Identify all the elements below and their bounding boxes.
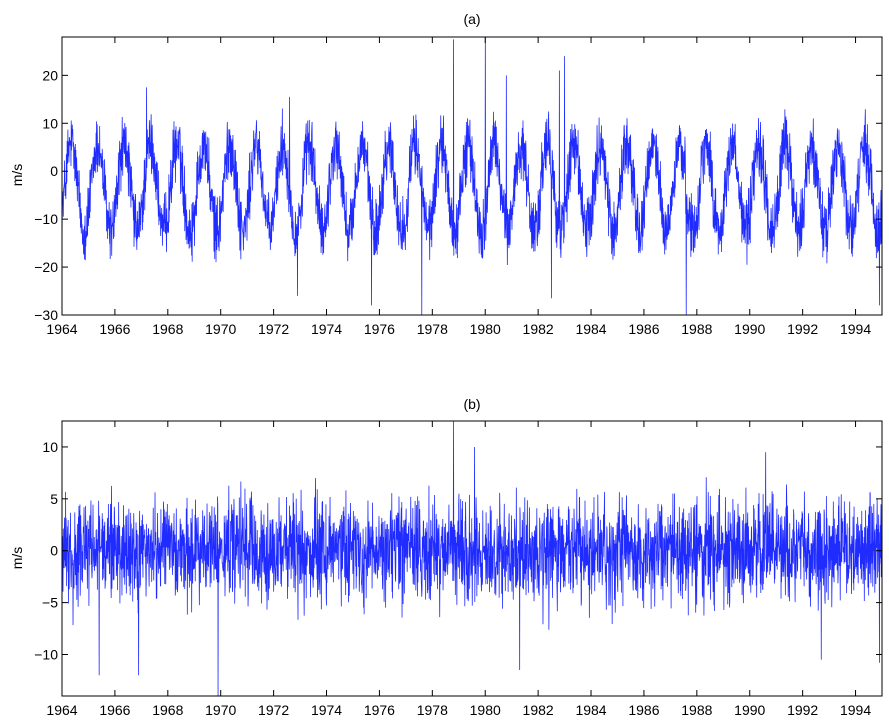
y-tick-label: −20 [34, 259, 58, 275]
panel-a-series-line [61, 36, 883, 316]
x-tick-label: 1990 [734, 702, 765, 718]
panel-b-x-ticks: 1964 1966 1968 1970 1972 1974 1976 1978 1980 1982… [46, 421, 871, 718]
y-tick-label: 0 [50, 163, 58, 179]
x-tick-label: 1968 [152, 321, 183, 337]
x-tick-label: 1964 [46, 321, 77, 337]
x-tick-label: 1978 [417, 702, 448, 718]
x-tick-label: 1988 [681, 321, 712, 337]
x-tick-label: 1982 [523, 321, 554, 337]
x-tick-label: 1972 [258, 702, 289, 718]
x-tick-label: 1976 [364, 702, 395, 718]
y-tick-label: −10 [34, 211, 58, 227]
y-tick-label: 10 [42, 439, 58, 455]
x-tick-label: 1970 [205, 702, 236, 718]
x-tick-label: 1980 [470, 321, 501, 337]
x-tick-label: 1984 [575, 321, 606, 337]
x-tick-label: 1992 [787, 702, 818, 718]
y-tick-label: −10 [34, 646, 58, 662]
x-tick-label: 1988 [681, 702, 712, 718]
y-tick-label: 5 [50, 491, 58, 507]
x-tick-label: 1976 [364, 321, 395, 337]
x-tick-label: 1990 [734, 321, 765, 337]
series-line [61, 420, 883, 697]
y-tick-label: −30 [34, 307, 58, 323]
x-tick-label: 1974 [311, 321, 342, 337]
x-tick-label: 1972 [258, 321, 289, 337]
y-tick-label: 10 [42, 115, 58, 131]
y-tick-label: 0 [50, 543, 58, 559]
panel-a-ylabel: m/s [9, 164, 25, 187]
y-tick-label: 20 [42, 67, 58, 83]
panel-a: (a) m/s 1964 1966 1968 1970 1972 1974 1976 1978… [9, 11, 883, 337]
x-tick-label: 1968 [152, 702, 183, 718]
x-tick-label: 1994 [840, 702, 871, 718]
panel-b: (b) m/s 1964 1966 1968 1970 1972 1974 1976 1978… [9, 396, 883, 718]
x-tick-label: 1966 [99, 702, 130, 718]
panel-b-ylabel: m/s [9, 547, 25, 570]
x-tick-label: 1978 [417, 321, 448, 337]
x-tick-label: 1964 [46, 702, 77, 718]
x-tick-label: 1984 [575, 702, 606, 718]
series-line [61, 36, 883, 316]
x-tick-label: 1986 [628, 321, 659, 337]
x-tick-label: 1966 [99, 321, 130, 337]
x-tick-label: 1982 [523, 702, 554, 718]
panel-a-y-ticks: 20 10 0 −10 −20 −30 [34, 67, 882, 323]
x-tick-label: 1994 [840, 321, 871, 337]
panel-a-title: (a) [463, 11, 480, 27]
x-tick-label: 1986 [628, 702, 659, 718]
x-tick-label: 1992 [787, 321, 818, 337]
x-tick-label: 1974 [311, 702, 342, 718]
panel-b-title: (b) [463, 396, 480, 412]
figure: (a) m/s 1964 1966 1968 1970 1972 1974 1976 1978… [9, 11, 883, 718]
x-tick-label: 1970 [205, 321, 236, 337]
x-tick-label: 1980 [470, 702, 501, 718]
y-tick-label: −5 [42, 595, 58, 611]
panel-b-series-line [61, 420, 883, 697]
